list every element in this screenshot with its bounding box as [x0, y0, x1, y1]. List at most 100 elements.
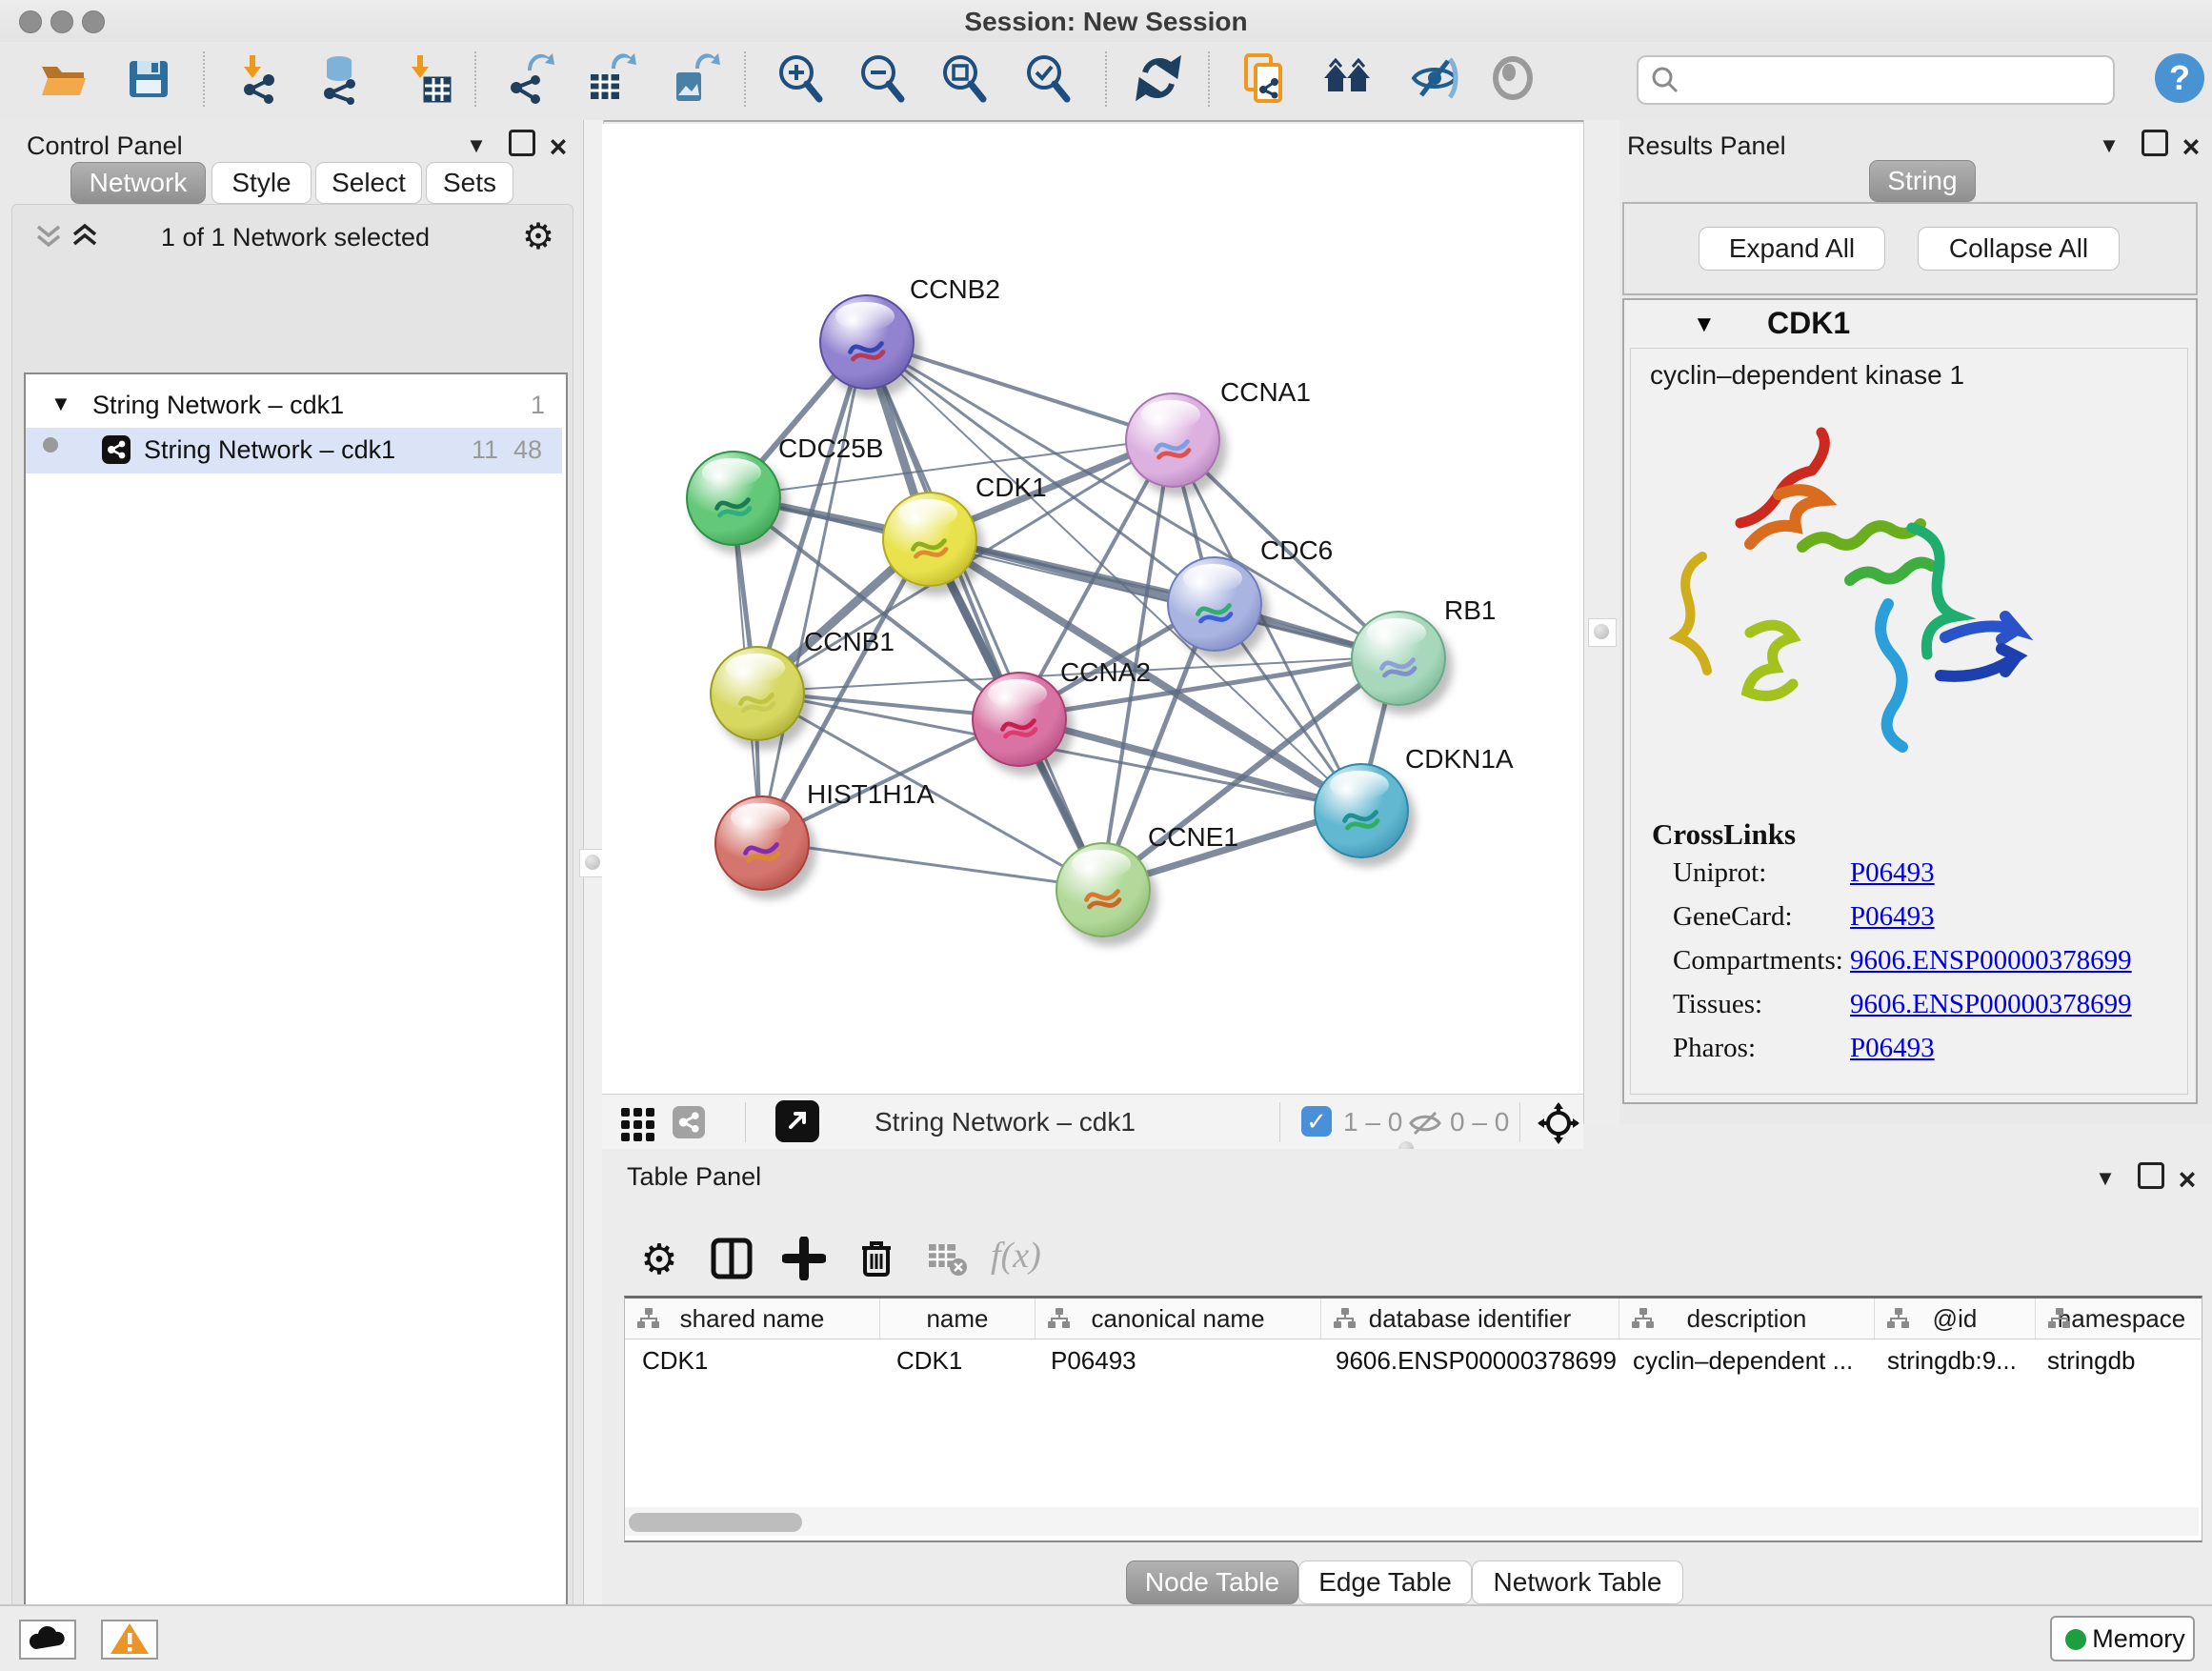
network-node[interactable]	[882, 492, 977, 587]
collapse-gene-icon[interactable]: ▼	[1693, 312, 1716, 338]
crosslink-value-link[interactable]: P06493	[1850, 901, 1935, 933]
network-node[interactable]	[1056, 842, 1151, 937]
refresh-button[interactable]	[1132, 50, 1185, 109]
collapse-panel-button[interactable]: ▼	[2092, 133, 2126, 158]
delete-column-icon[interactable]	[852, 1235, 901, 1284]
column-header[interactable]: canonical name	[1036, 1299, 1321, 1339]
expand-all-icon[interactable]	[69, 219, 101, 252]
column-header[interactable]: @id	[1875, 1299, 2036, 1339]
crosslink-value-link[interactable]: 9606.ENSP00000378699	[1850, 989, 2132, 1020]
help-button[interactable]: ?	[2155, 53, 2204, 103]
network-edge[interactable]	[760, 841, 1101, 888]
save-session-button[interactable]	[122, 50, 175, 109]
zoom-fit-button[interactable]	[937, 50, 991, 109]
search-box[interactable]	[1637, 55, 2115, 105]
string-home-icon-button[interactable]	[1320, 50, 1374, 109]
table-horizontal-scrollbar[interactable]	[625, 1507, 2199, 1536]
expand-all-button[interactable]: Expand All	[1699, 227, 1885, 271]
table-cell[interactable]: P06493	[1034, 1339, 1318, 1381]
tab-edge-table[interactable]: Edge Table	[1298, 1560, 1472, 1604]
collapse-panel-button[interactable]: ▼	[459, 133, 493, 158]
network-node[interactable]	[1125, 393, 1220, 488]
crosshair-icon[interactable]	[1538, 1102, 1579, 1144]
grid-view-icon[interactable]	[619, 1104, 657, 1142]
float-panel-button[interactable]	[2134, 1162, 2168, 1196]
gear-icon[interactable]: ⚙	[522, 215, 554, 258]
network-collection-row[interactable]: ▼ String Network – cdk1 1	[26, 386, 562, 428]
network-node[interactable]	[1167, 556, 1262, 652]
collapse-all-button[interactable]: Collapse All	[1918, 227, 2120, 271]
table-cell[interactable]: CDK1	[879, 1339, 1034, 1381]
collapse-panel-button[interactable]: ▼	[2088, 1166, 2122, 1191]
delete-table-icon[interactable]	[922, 1235, 972, 1284]
tab-select[interactable]: Select	[315, 162, 422, 204]
open-session-button[interactable]	[36, 50, 90, 109]
column-header[interactable]: shared name	[625, 1299, 880, 1339]
column-header[interactable]: name	[880, 1299, 1036, 1339]
tab-network[interactable]: Network	[70, 162, 206, 204]
import-network-database-button[interactable]	[314, 50, 368, 109]
network-node[interactable]	[1351, 611, 1446, 706]
table-cell[interactable]: stringdb:9...	[1870, 1339, 2030, 1381]
crosslink-value-link[interactable]: 9606.ENSP00000378699	[1850, 945, 2132, 976]
search-input[interactable]	[1688, 61, 2101, 97]
table-cell[interactable]: cyclin–dependent ...	[1616, 1339, 1870, 1381]
table-settings-gear-icon[interactable]: ⚙	[634, 1235, 684, 1284]
column-header[interactable]: namespace	[2036, 1299, 2201, 1339]
network-node[interactable]	[686, 451, 781, 546]
export-table-button[interactable]	[583, 50, 636, 109]
column-header[interactable]: database identifier	[1321, 1299, 1619, 1339]
network-canvas[interactable]: CCNB2CCNA1CDC25BCDK1CDC6RB1CCNB1CCNA2CDK…	[602, 124, 1583, 1094]
network-row[interactable]: String Network – cdk1 11 48	[26, 428, 562, 473]
network-view-icon[interactable]	[673, 1106, 705, 1138]
function-builder-icon[interactable]: f(x)	[991, 1235, 1041, 1277]
right-splitter[interactable]	[1583, 120, 1621, 1124]
zoom-in-button[interactable]	[774, 50, 827, 109]
tab-node-table[interactable]: Node Table	[1126, 1560, 1298, 1604]
zoom-selected-button[interactable]	[1021, 50, 1075, 109]
left-splitter[interactable]	[583, 120, 604, 1604]
selected-checkbox-icon[interactable]: ✓	[1301, 1106, 1332, 1137]
table-cell[interactable]: 9606.ENSP00000378699	[1318, 1339, 1616, 1381]
network-node[interactable]	[710, 646, 805, 741]
table-cell[interactable]: stringdb	[2030, 1339, 2201, 1381]
network-node[interactable]	[972, 672, 1067, 767]
collapse-arrow-icon[interactable]: ▼	[50, 392, 71, 416]
network-node[interactable]	[714, 795, 810, 891]
cloud-button[interactable]	[19, 1620, 76, 1660]
eye-button[interactable]	[1486, 50, 1539, 109]
column-header[interactable]: description	[1619, 1299, 1875, 1339]
show-columns-icon[interactable]	[707, 1235, 756, 1284]
float-panel-button[interactable]	[2138, 130, 2172, 163]
tab-sets[interactable]: Sets	[426, 162, 513, 204]
collapse-all-icon[interactable]	[32, 219, 65, 252]
crosslink-value-link[interactable]: P06493	[1850, 857, 1935, 889]
network-edge[interactable]	[760, 340, 865, 841]
import-network-file-button[interactable]	[232, 50, 286, 109]
table-row[interactable]: CDK1CDK1P064939606.ENSP00000378699cyclin…	[625, 1339, 2201, 1381]
show-hide-panels-button[interactable]	[1408, 50, 1461, 109]
crosslink-value-link[interactable]: P06493	[1850, 1033, 1935, 1064]
import-table-file-button[interactable]	[400, 50, 453, 109]
table-cell[interactable]: CDK1	[625, 1339, 879, 1381]
export-network-button[interactable]	[503, 50, 556, 109]
network-edge[interactable]	[1017, 717, 1359, 809]
network-node[interactable]	[819, 294, 915, 390]
close-panel-button[interactable]: ×	[2170, 1162, 2204, 1198]
close-panel-button[interactable]: ×	[541, 130, 575, 165]
add-column-icon[interactable]	[779, 1235, 829, 1284]
float-panel-button[interactable]	[505, 130, 539, 163]
detach-view-button[interactable]	[775, 1100, 819, 1142]
close-panel-button[interactable]: ×	[2174, 130, 2208, 165]
export-image-button[interactable]	[667, 50, 720, 109]
zoom-out-button[interactable]	[855, 50, 909, 109]
scrollbar-thumb[interactable]	[629, 1513, 802, 1532]
memory-button[interactable]: Memory	[2050, 1616, 2195, 1661]
tab-style[interactable]: Style	[211, 162, 312, 204]
tab-network-table[interactable]: Network Table	[1472, 1560, 1683, 1604]
warnings-button[interactable]	[101, 1620, 158, 1660]
splitter-handle[interactable]	[1588, 618, 1617, 647]
copy-network-button[interactable]	[1238, 50, 1292, 109]
tab-string[interactable]: String	[1869, 160, 1976, 202]
network-node[interactable]	[1314, 763, 1409, 858]
